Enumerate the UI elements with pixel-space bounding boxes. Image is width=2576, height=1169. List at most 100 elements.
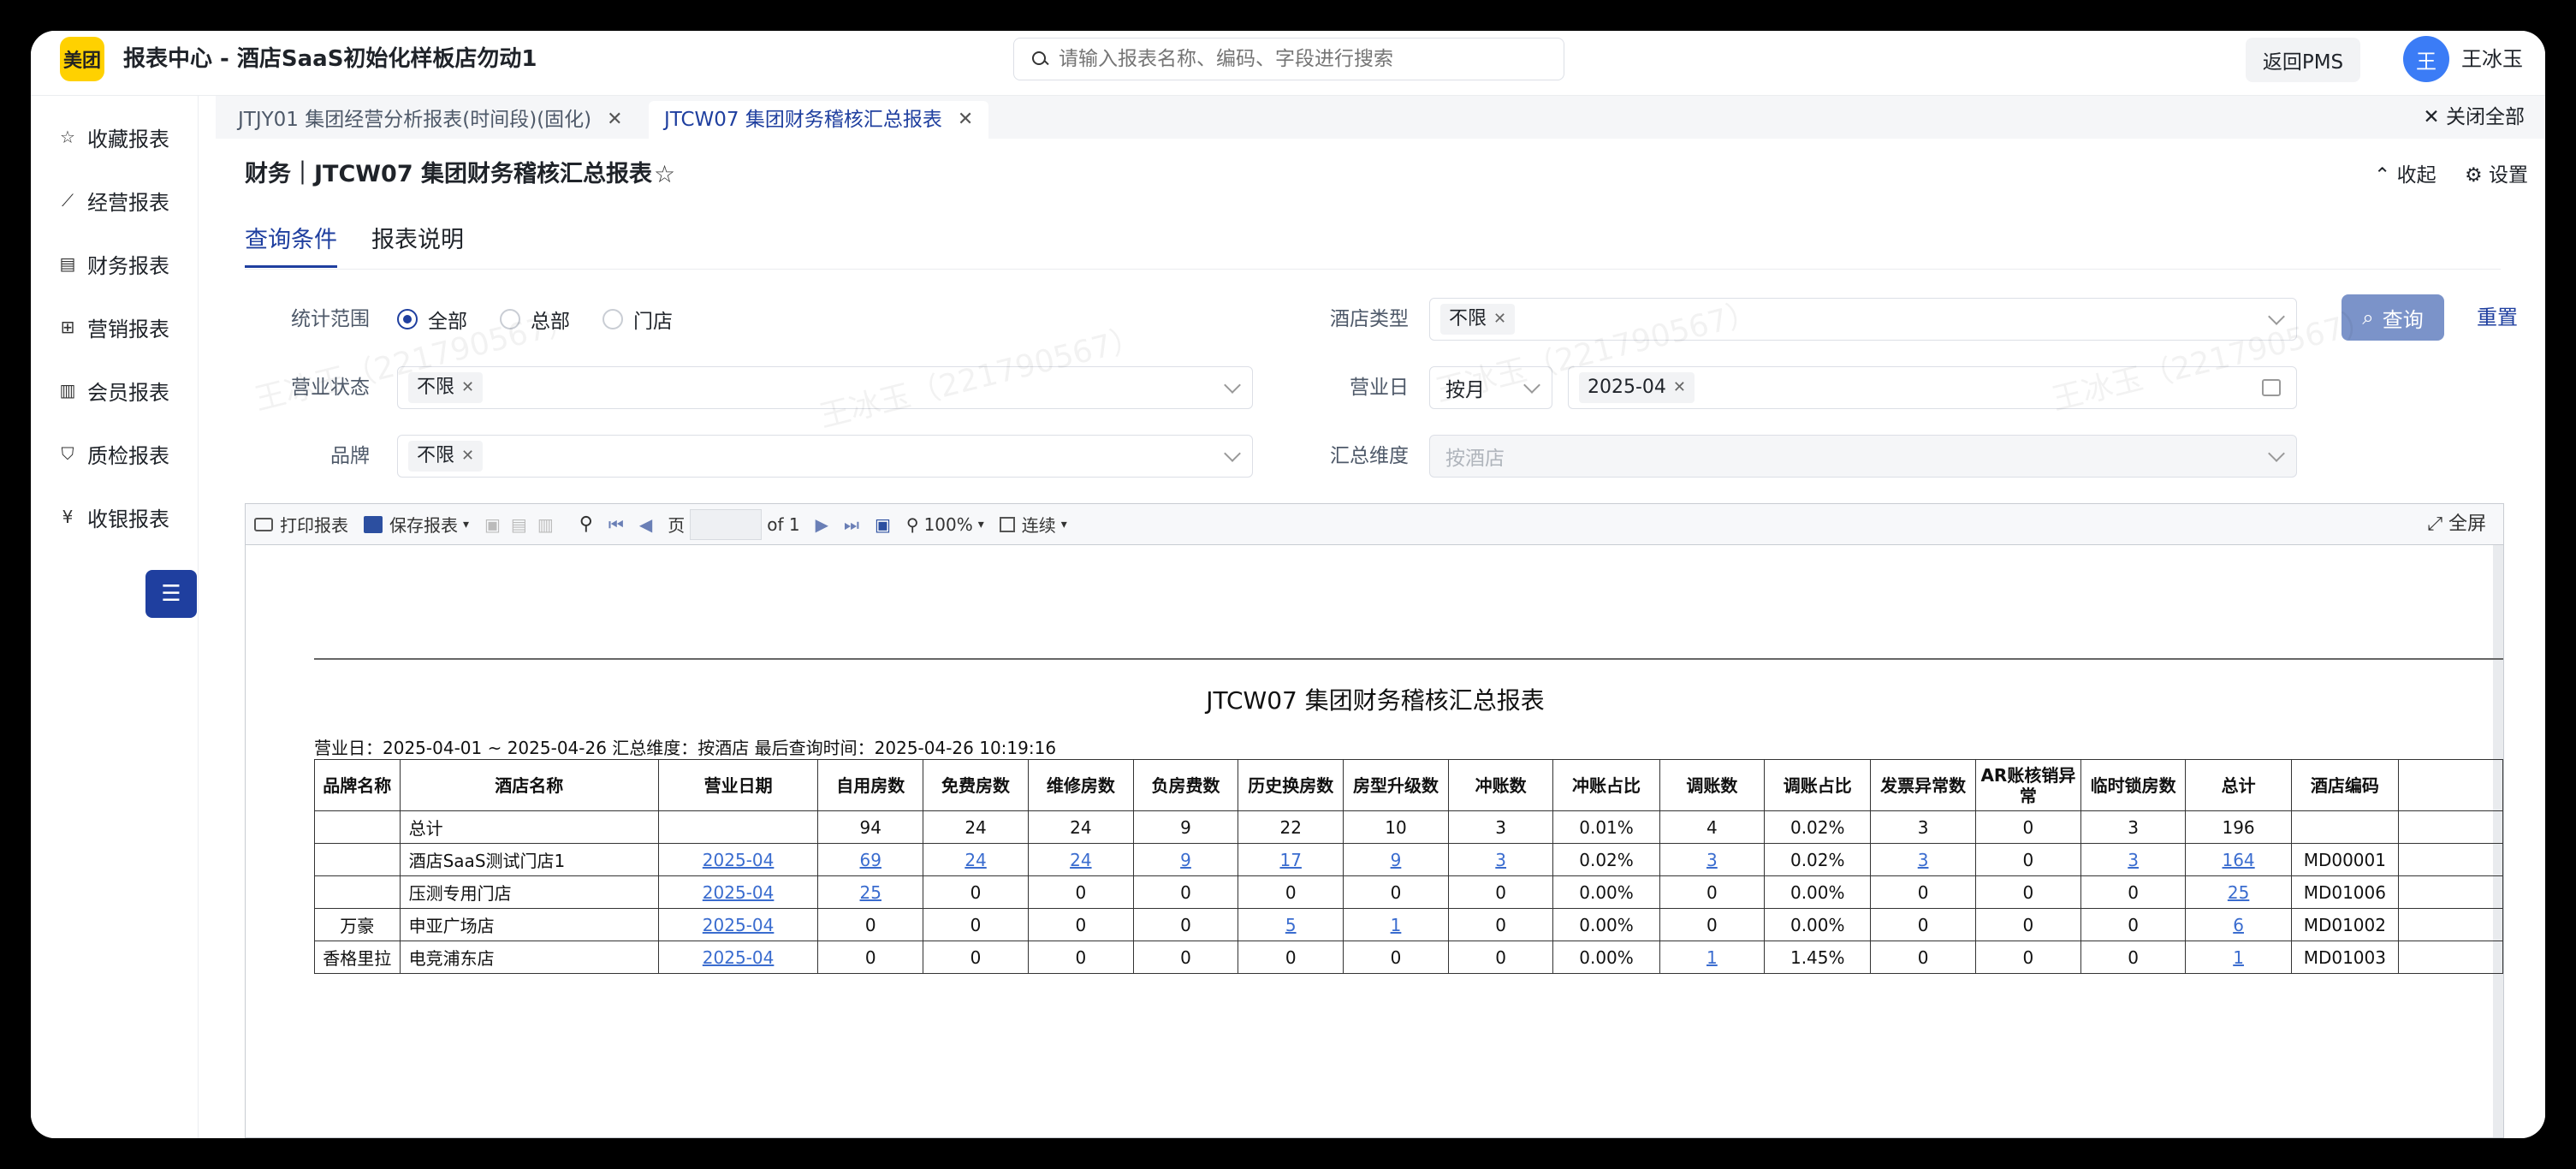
sidebar-item-label: 经营报表 [87, 190, 169, 215]
tab-label: JTJY01 集团经营分析报表(时间段)(固化) [238, 109, 592, 131]
bizdate-month-picker[interactable]: 2025-04 ✕ [1568, 366, 2297, 409]
reset-button[interactable]: 重置 [2477, 298, 2518, 337]
view-mode-icon [999, 516, 1015, 532]
tag-close-icon[interactable]: ✕ [1673, 372, 1686, 403]
table-cell: 0 [1027, 941, 1134, 974]
search-icon [1031, 50, 1048, 68]
table-cell[interactable]: 1 [1343, 908, 1449, 941]
table-cell[interactable]: 9 [1343, 843, 1449, 876]
scope-option-all[interactable]: 全部 [397, 305, 467, 334]
table-row: 香格里拉 电竞浦东店 2025-04 0 0 0 0 0 0 0 0.00% 1 1.45% 0 0 0 1 MD… [314, 941, 2503, 974]
sidebar-item-marketing[interactable]: ⊞ 营销报表 [31, 301, 199, 353]
receipt-icon: ▤ [59, 253, 76, 274]
table-cell[interactable]: 2025-04 [657, 843, 819, 876]
summary-select: 按酒店 [1429, 435, 2297, 478]
column-header: 历史换房数 [1238, 759, 1344, 811]
view-mode-select[interactable]: 连续 ▾ [999, 512, 1067, 537]
sidebar-item-favorites[interactable]: ☆ 收藏报表 [31, 111, 199, 163]
table-cell: 电竞浦东店 [399, 941, 659, 974]
sidebar-item-quality[interactable]: ⛉ 质检报表 [31, 428, 199, 479]
last-page-icon[interactable]: ⏭ [844, 514, 859, 535]
table-cell [314, 875, 401, 909]
tag-close-icon[interactable]: ✕ [1493, 304, 1506, 335]
avatar[interactable]: 王 [2403, 36, 2449, 82]
next-page-icon[interactable]: ▶ [816, 514, 828, 535]
sidebar-item-label: 营销报表 [87, 317, 169, 341]
tag-close-icon[interactable]: ✕ [461, 441, 474, 472]
table-cell[interactable]: 6 [2185, 908, 2292, 941]
zoom-select[interactable]: ⚲ 100% ▾ [906, 514, 984, 535]
sidebar-item-finance[interactable]: ▤ 财务报表 [31, 238, 199, 289]
table-cell: 0 [1974, 908, 2081, 941]
favorite-star-icon[interactable]: ☆ [654, 157, 675, 192]
page-number-input[interactable] [690, 508, 763, 540]
page-view-icon[interactable]: ▣ [875, 514, 891, 535]
bizdate-mode-select[interactable]: 按月 [1429, 366, 1552, 409]
table-cell: 0.00% [1764, 908, 1872, 941]
table-cell[interactable]: 164 [2185, 843, 2292, 876]
table-cell[interactable]: 24 [923, 843, 1029, 876]
query-button[interactable]: ⌕ 查询 [2342, 294, 2444, 341]
search-input[interactable] [1059, 48, 1538, 70]
global-search[interactable] [1013, 38, 1564, 80]
print-report-button[interactable]: 打印报表 [254, 512, 348, 537]
sidebar-item-label: 会员报表 [87, 380, 169, 405]
collapse-button[interactable]: ⌃ 收起 [2374, 161, 2437, 190]
table-cell[interactable]: 24 [1027, 843, 1134, 876]
table-cell[interactable]: 17 [1238, 843, 1344, 876]
scope-option-hq[interactable]: 总部 [500, 305, 570, 334]
toolbar-disabled-icons: ▣▤▥ [484, 513, 564, 535]
tab-report-description[interactable]: 报表说明 [371, 221, 464, 260]
table-cell[interactable]: 9 [1132, 843, 1239, 876]
close-all-tabs-button[interactable]: ✕ 关闭全部 [2423, 103, 2525, 132]
hotel-type-select[interactable]: 不限 ✕ [1429, 298, 2297, 341]
table-cell[interactable]: 25 [2185, 875, 2292, 909]
table-cell[interactable]: 2025-04 [657, 908, 819, 941]
table-cell: 0 [1447, 908, 1554, 941]
sidebar-item-operations[interactable]: ⟋ 经营报表 [31, 175, 199, 226]
close-icon[interactable]: ✕ [607, 101, 622, 139]
table-cell: MD01006 [2290, 875, 2399, 909]
sidebar-item-cashier[interactable]: ¥ 收银报表 [31, 491, 199, 543]
settings-button[interactable]: ⚙ 设置 [2465, 161, 2528, 190]
printer-icon [254, 517, 273, 531]
table-cell: 0 [2080, 875, 2187, 909]
first-page-icon[interactable]: ⏮ [608, 514, 624, 535]
table-cell[interactable]: 1 [2185, 941, 2292, 974]
table-cell[interactable]: 69 [817, 843, 924, 876]
table-cell[interactable]: 2025-04 [657, 875, 819, 909]
table-cell: 申亚广场店 [399, 908, 659, 941]
table-cell: 9 [1132, 810, 1239, 844]
find-binoculars-icon[interactable]: ⚲ [579, 513, 593, 535]
star-icon: ☆ [60, 127, 75, 147]
tab-query-conditions[interactable]: 查询条件 [245, 221, 337, 268]
sidebar-collapse-button[interactable]: ☰ [145, 570, 197, 618]
brand-tag: 不限 ✕ [408, 441, 484, 472]
user-name[interactable]: 王冰玉 [2461, 43, 2523, 75]
save-report-button[interactable]: 保存报表 ▾ [364, 512, 469, 537]
table-cell[interactable]: 3 [2080, 843, 2187, 876]
brand-select[interactable]: 不限 ✕ [397, 435, 1253, 478]
table-cell: 0.00% [1552, 941, 1660, 974]
status-select[interactable]: 不限 ✕ [397, 366, 1253, 409]
scope-option-store[interactable]: 门店 [602, 305, 673, 334]
table-cell[interactable]: 5 [1238, 908, 1344, 941]
tab-jtcw07[interactable]: JTCW07 集团财务稽核汇总报表 ✕ [649, 101, 989, 139]
column-header-overflow [2397, 759, 2503, 811]
table-cell[interactable]: 3 [1659, 843, 1766, 876]
tab-jtjy01[interactable]: JTJY01 集团经营分析报表(时间段)(固化) ✕ [223, 101, 638, 139]
prev-page-icon[interactable]: ◀ [639, 514, 652, 535]
tag-close-icon[interactable]: ✕ [461, 372, 474, 403]
tag-text: 不限 [417, 445, 455, 466]
back-to-pms-button[interactable]: 返回PMS [2246, 38, 2360, 82]
table-cell-overflow [2397, 843, 2503, 876]
table-cell[interactable]: 2025-04 [657, 941, 819, 974]
close-icon[interactable]: ✕ [958, 101, 973, 139]
table-cell[interactable]: 25 [817, 875, 924, 909]
table-cell[interactable]: 1 [1659, 941, 1766, 974]
meituan-logo: 美团 [60, 37, 104, 81]
fullscreen-button[interactable]: ⤢ 全屏 [2427, 504, 2486, 545]
table-cell[interactable]: 3 [1447, 843, 1554, 876]
table-cell[interactable]: 3 [1870, 843, 1976, 876]
sidebar-item-member[interactable]: ▥ 会员报表 [31, 365, 199, 416]
